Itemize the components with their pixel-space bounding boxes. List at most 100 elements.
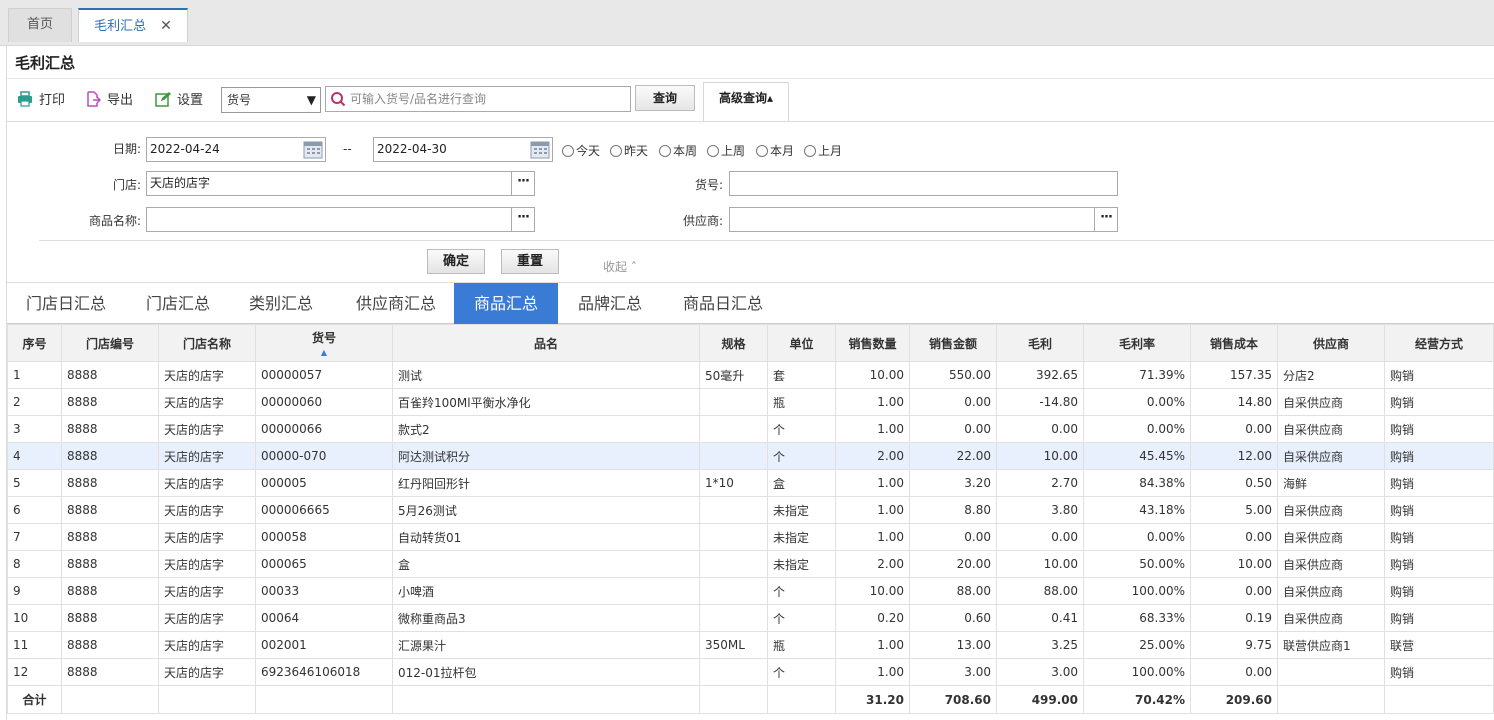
table-cell: 10.00: [996, 442, 1084, 470]
table-cell: 款式2: [392, 415, 700, 443]
table-cell: 0.00: [909, 415, 997, 443]
close-icon[interactable]: ✕: [160, 18, 172, 34]
column-header[interactable]: 门店编号: [61, 324, 159, 362]
table-cell: 8888: [61, 577, 159, 605]
field-select[interactable]: 货号 ▼: [221, 87, 321, 113]
advanced-query-button[interactable]: 高级查询▴: [703, 82, 789, 122]
calendar-icon[interactable]: [530, 140, 550, 159]
table-cell: 联营供应商1: [1277, 631, 1385, 659]
radio-yesterday[interactable]: 昨天: [610, 143, 648, 159]
table-cell: 8888: [61, 442, 159, 470]
tab-category[interactable]: 类别汇总: [235, 283, 327, 324]
table-cell: 天店的店字: [158, 415, 256, 443]
table-cell: 未指定: [767, 550, 836, 578]
table-cell: 1.00: [835, 658, 910, 686]
table-row[interactable]: 9 8888 天店的店字 00033 小啤酒个 10.00 88.00 88.00 100.00…: [7, 577, 1494, 605]
query-button[interactable]: 查询: [635, 85, 695, 111]
table-row[interactable]: 5 8888 天店的店字 000005 红丹阳回形针 1*10 盒 1.00 3.20 2.70 8…: [7, 469, 1494, 497]
table-cell: 自采供应商: [1277, 604, 1385, 632]
more-icon[interactable]: ···: [1094, 208, 1117, 231]
column-header[interactable]: 供应商: [1277, 324, 1385, 362]
column-header[interactable]: 毛利率: [1083, 324, 1191, 362]
more-icon[interactable]: ···: [511, 172, 534, 195]
table-row[interactable]: 12 8888 天店的店字 6923646106018 012-01拉杆包个 1.00 3.…: [7, 658, 1494, 686]
column-header[interactable]: 单位: [767, 324, 836, 362]
tab-store-daily[interactable]: 门店日汇总: [7, 283, 125, 324]
table-row[interactable]: 4 8888 天店的店字 00000-070 阿达测试积分 个 2.00 22.00 10.00…: [7, 442, 1494, 470]
table-row[interactable]: 8 8888 天店的店字 000065 盒未指定 2.00 20.00 10.00 50.00%…: [7, 550, 1494, 578]
supplier-field[interactable]: ···: [729, 207, 1118, 232]
table-cell: 0.00: [909, 523, 997, 551]
table-cell: 天店的店字: [158, 388, 256, 416]
tab-gross-profit[interactable]: 毛利汇总 ✕: [78, 8, 188, 42]
settings-label: 设置: [177, 93, 204, 108]
table-cell: 红丹阳回形针: [392, 469, 700, 497]
radio-this-month[interactable]: 本月: [756, 143, 794, 159]
table-row[interactable]: 10 8888 天店的店字 00064 微称重商品3 个 0.20 0.60 0.41 68.33…: [7, 604, 1494, 632]
tab-product[interactable]: 商品汇总: [454, 283, 558, 324]
table-cell: 天店的店字: [158, 523, 256, 551]
sort-asc-icon[interactable]: ▲: [261, 349, 387, 357]
table-row[interactable]: 2 8888 天店的店字 00000060 百雀羚100Ml平衡水净化瓶 1.00 0.00…: [7, 388, 1494, 416]
table-row[interactable]: 11 8888 天店的店字 002001 汇源果汁 350ML 瓶 1.00 13.00 3.25…: [7, 631, 1494, 659]
table-row[interactable]: 7 8888 天店的店字 000058 自动转货01 未指定 1.00 0.00 0.00 0.0…: [7, 523, 1494, 551]
table-cell: 自采供应商: [1277, 388, 1385, 416]
more-icon[interactable]: ···: [511, 208, 534, 231]
table-cell: 自动转货01: [392, 523, 700, 551]
radio-last-week[interactable]: 上周: [707, 143, 745, 159]
tab-product-daily[interactable]: 商品日汇总: [669, 283, 777, 324]
table-row[interactable]: 1 8888 天店的店字 00000057 测试 50毫升套 10.00 550.00 392.…: [7, 361, 1494, 389]
settings-button[interactable]: 设置: [155, 90, 203, 112]
table-cell: 100.00%: [1083, 577, 1191, 605]
table-header: 序号 门店编号 门店名称 货号 ▲ 品名 规格 单位 销售数量 销售金额 毛利 毛…: [7, 324, 1494, 362]
table-cell: 20.00: [909, 550, 997, 578]
radio-this-week[interactable]: 本周: [659, 143, 697, 159]
export-button[interactable]: 导出: [85, 90, 133, 112]
tab-supplier[interactable]: 供应商汇总: [341, 283, 451, 324]
column-header[interactable]: 销售金额: [909, 324, 997, 362]
radio-last-month[interactable]: 上月: [804, 143, 842, 159]
table-cell: 3: [7, 415, 62, 443]
table-cell: 157.35: [1190, 361, 1278, 389]
table-cell: 个: [767, 604, 836, 632]
column-header[interactable]: 毛利: [996, 324, 1084, 362]
table-cell: 2: [7, 388, 62, 416]
item-no-field[interactable]: [729, 171, 1118, 196]
tab-store[interactable]: 门店汇总: [133, 283, 223, 324]
table-cell: 0.60: [909, 604, 997, 632]
table-cell: 00000057: [255, 361, 393, 389]
reset-button[interactable]: 重置: [501, 249, 559, 274]
column-header[interactable]: 销售成本: [1190, 324, 1278, 362]
tab-brand[interactable]: 品牌汇总: [564, 283, 656, 324]
tab-gross-profit-label: 毛利汇总: [94, 19, 147, 34]
product-name-field[interactable]: ···: [146, 207, 535, 232]
column-header[interactable]: 规格: [699, 324, 768, 362]
table-cell: 天店的店字: [158, 604, 256, 632]
column-header[interactable]: 品名: [392, 324, 700, 362]
table-row[interactable]: 6 8888 天店的店字 000006665 5月26测试 未指定 1.00 8.80 3.80…: [7, 496, 1494, 524]
table-cell: 000058: [255, 523, 393, 551]
table-row[interactable]: 3 8888 天店的店字 00000066 款式2 个 1.00 0.00 0.00 0.00% 0…: [7, 415, 1494, 443]
calendar-icon[interactable]: [303, 140, 323, 159]
column-header[interactable]: 销售数量: [835, 324, 910, 362]
date-to-field[interactable]: 2022-04-30: [373, 137, 553, 162]
table-cell: [767, 685, 836, 714]
field-select-value: 货号: [227, 93, 252, 107]
date-from-field[interactable]: 2022-04-24: [146, 137, 326, 162]
tab-home[interactable]: 首页: [8, 8, 72, 42]
search-input[interactable]: 可输入货号/品名进行查询: [325, 86, 631, 112]
confirm-button[interactable]: 确定: [427, 249, 485, 274]
table-cell: 12.00: [1190, 442, 1278, 470]
radio-today[interactable]: 今天: [562, 143, 600, 159]
store-field[interactable]: 天店的店字 ···: [146, 171, 535, 196]
table-cell: -14.80: [996, 388, 1084, 416]
collapse-toggle[interactable]: 收起 ˄: [603, 258, 637, 275]
column-header-item-no[interactable]: 货号 ▲: [255, 324, 393, 362]
column-header[interactable]: 序号: [7, 324, 62, 362]
column-header[interactable]: 经营方式: [1384, 324, 1494, 362]
column-header[interactable]: 门店名称: [158, 324, 256, 362]
table-cell: 8.80: [909, 496, 997, 524]
table-cell: 10.00: [835, 577, 910, 605]
table-cell: 购销: [1384, 550, 1494, 578]
print-button[interactable]: 打印: [17, 90, 65, 112]
